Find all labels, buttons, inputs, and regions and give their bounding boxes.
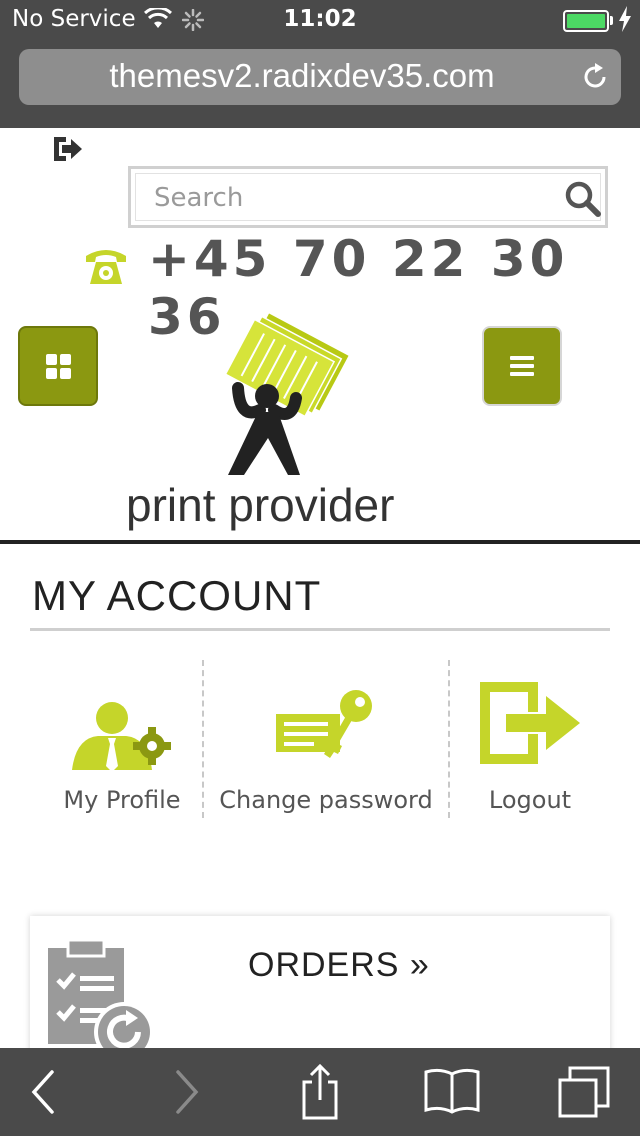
hamburger-icon bbox=[510, 356, 534, 376]
screen: No Service 11:02 themesv2.radixdev35.com… bbox=[0, 0, 640, 1136]
charging-bolt-icon bbox=[619, 6, 631, 32]
forward-icon[interactable] bbox=[156, 1062, 216, 1122]
account-divider-2 bbox=[448, 660, 450, 818]
orders-label[interactable]: ORDERS » bbox=[248, 946, 430, 985]
search-input[interactable] bbox=[154, 182, 554, 214]
battery-icon bbox=[563, 10, 609, 32]
categories-grid-button[interactable] bbox=[18, 326, 98, 406]
browser-chrome-top: No Service 11:02 themesv2.radixdev35.com bbox=[0, 0, 640, 128]
header-divider bbox=[0, 540, 640, 544]
orders-clipboard-icon bbox=[48, 938, 154, 1058]
search-box bbox=[128, 166, 608, 228]
status-bar: No Service 11:02 bbox=[0, 0, 640, 40]
reload-icon[interactable] bbox=[577, 59, 613, 95]
telephone-icon bbox=[86, 250, 126, 284]
change-password-link[interactable]: Change password bbox=[212, 668, 440, 818]
logout-label: Logout bbox=[488, 786, 572, 814]
battery-level bbox=[567, 14, 605, 28]
battery-nub bbox=[610, 16, 613, 25]
logout-icon bbox=[480, 682, 580, 764]
clock-label: 11:02 bbox=[283, 6, 357, 32]
my-profile-label: My Profile bbox=[63, 786, 181, 814]
browser-toolbar bbox=[0, 1048, 640, 1136]
back-icon[interactable] bbox=[14, 1062, 74, 1122]
change-password-label: Change password bbox=[219, 786, 433, 814]
share-icon[interactable] bbox=[290, 1062, 350, 1122]
title-underline bbox=[30, 628, 610, 631]
profile-settings-icon bbox=[72, 702, 171, 772]
address-bar[interactable]: themesv2.radixdev35.com bbox=[19, 49, 621, 105]
password-key-icon bbox=[276, 690, 372, 758]
main-menu-button[interactable] bbox=[482, 326, 562, 406]
bookmarks-icon[interactable] bbox=[422, 1062, 482, 1122]
url-text[interactable]: themesv2.radixdev35.com bbox=[19, 57, 621, 95]
search-inner bbox=[135, 173, 601, 221]
search-icon[interactable] bbox=[564, 180, 602, 218]
account-divider-1 bbox=[202, 660, 204, 818]
logo-text: print provider bbox=[126, 479, 395, 531]
logout-link[interactable]: Logout bbox=[460, 668, 600, 818]
my-profile-link[interactable]: My Profile bbox=[50, 668, 194, 818]
logout-header-icon[interactable] bbox=[50, 134, 84, 164]
tabs-icon[interactable] bbox=[554, 1062, 614, 1122]
grid-icon bbox=[46, 354, 71, 379]
page-title: MY ACCOUNT bbox=[32, 572, 322, 619]
